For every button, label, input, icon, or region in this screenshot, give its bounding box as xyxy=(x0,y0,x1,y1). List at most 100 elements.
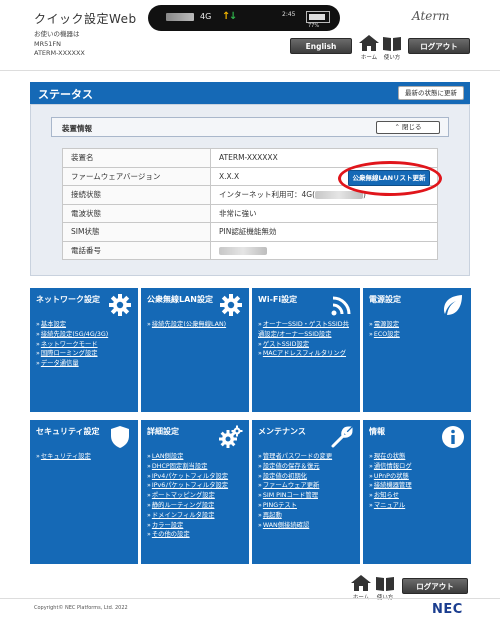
link-static-routing[interactable]: 静的ルーティング設定 xyxy=(147,501,228,511)
aterm-logo: Aterm xyxy=(412,9,450,23)
row-key: 装置名 xyxy=(62,148,211,168)
close-button[interactable]: ⌃ 閉じる xyxy=(376,121,440,134)
link-port-mapping[interactable]: ポートマッピング設定 xyxy=(147,491,228,501)
device-label: お使いの機器は xyxy=(34,30,80,38)
chevron-up-icon: ⌃ xyxy=(394,123,402,131)
tile-title: 詳細設定 xyxy=(147,427,179,436)
close-label: 閉じる xyxy=(402,123,422,131)
link-domain-filter[interactable]: ドメインフィルタ設定 xyxy=(147,511,228,521)
home-label: ホーム xyxy=(350,593,372,601)
panel-title: 装置情報 xyxy=(62,124,92,133)
link-basic-settings[interactable]: 基本設定 xyxy=(36,320,108,330)
link-reboot[interactable]: 再起動 xyxy=(258,511,332,521)
tile-title: 情報 xyxy=(369,427,385,436)
link-public-wlan-connection[interactable]: 接続先設定(公衆無線LAN) xyxy=(147,320,226,330)
home-button[interactable]: ホーム xyxy=(358,34,380,64)
tile-title: セキュリティ設定 xyxy=(36,427,100,436)
link-apn-settings[interactable]: 接続先設定(5G/4G/3G) xyxy=(36,330,108,340)
row-value: 非常に強い xyxy=(210,203,438,223)
howto-label: 使い方 xyxy=(374,593,396,601)
table-row: 電話番号 xyxy=(62,240,438,260)
home-button-bottom[interactable]: ホーム xyxy=(350,574,372,604)
tile-title: ネットワーク設定 xyxy=(36,295,100,304)
home-label: ホーム xyxy=(360,55,378,61)
link-network-mode[interactable]: ネットワークモード xyxy=(36,340,108,350)
howto-button-bottom[interactable]: 使い方 xyxy=(374,574,396,604)
connection-value: インターネット利用可：4G( xyxy=(219,190,316,200)
download-arrow-icon: ↓ xyxy=(229,11,238,22)
link-dhcp-static[interactable]: DHCP固定割当設定 xyxy=(147,462,228,472)
wrench-icon xyxy=(331,426,353,448)
link-firmware-update[interactable]: ファームウェア更新 xyxy=(258,481,332,491)
table-row: SIM状態 PIN認証機能無効 xyxy=(62,222,438,242)
link-color-settings[interactable]: カラー設定 xyxy=(147,521,228,531)
logout-button[interactable]: ログアウト xyxy=(408,38,470,54)
link-eco-settings[interactable]: ECO設定 xyxy=(369,330,400,340)
link-backup-restore[interactable]: 設定値の保存＆復元 xyxy=(258,462,332,472)
link-mac-filter[interactable]: MACアドレスフィルタリング xyxy=(258,349,354,359)
redacted-value xyxy=(315,191,364,200)
status-banner: ステータス 最新の状態に更新 xyxy=(30,82,470,104)
table-row: 電波状態 非常に強い xyxy=(62,203,438,223)
link-upnp-status[interactable]: UPnPの状態 xyxy=(369,472,412,482)
link-list: 接続先設定(公衆無線LAN) xyxy=(147,320,226,330)
link-list: 現在の状態 通信情報ログ UPnPの状態 接続機器管理 お知らせ マニュアル xyxy=(369,452,412,511)
footer-divider xyxy=(0,598,500,599)
battery-icon xyxy=(306,11,330,23)
book-icon xyxy=(383,37,401,51)
row-key: ファームウェアバージョン xyxy=(62,166,211,186)
link-list: 基本設定 接続先設定(5G/4G/3G) ネットワークモード 国際ローミング設定… xyxy=(36,320,108,369)
row-key: 接続状態 xyxy=(62,185,211,205)
clock: 2:45 xyxy=(282,11,296,18)
howto-button[interactable]: 使い方 xyxy=(381,34,403,64)
link-lan-settings[interactable]: LAN側設定 xyxy=(147,452,228,462)
link-data-usage[interactable]: データ通信量 xyxy=(36,359,108,369)
row-value xyxy=(210,240,438,260)
link-manual[interactable]: マニュアル xyxy=(369,501,412,511)
leaf-icon xyxy=(444,295,462,315)
tile-network-settings: ネットワーク設定 基本設定 接続先設定(5G/4G/3G) ネットワークモード … xyxy=(30,288,138,412)
link-sim-pin[interactable]: SIM PINコード管理 xyxy=(258,491,332,501)
device-status-bar: 4G ↑ ↓ 2:45 77% xyxy=(148,5,340,31)
wifi-icon xyxy=(331,296,351,316)
link-list: 管理者パスワードの変更 設定値の保存＆復元 設定値の初期化 ファームウェア更新 … xyxy=(258,452,332,530)
link-device-management[interactable]: 接続機器管理 xyxy=(369,481,412,491)
header-divider xyxy=(0,70,500,71)
highlight-circle xyxy=(338,161,442,196)
app-title: クイック設定Web xyxy=(34,12,137,26)
link-ipv4-filter[interactable]: IPv4パケットフィルタ設定 xyxy=(147,472,228,482)
link-owner-ssid[interactable]: オーナーSSID・ゲストSSID共通設定/オーナーSSID設定 xyxy=(258,320,354,340)
tile-title: Wi-Fi設定 xyxy=(258,295,298,304)
link-admin-password[interactable]: 管理者パスワードの変更 xyxy=(258,452,332,462)
copyright: Copyright© NEC Platforms, Ltd. 2022 xyxy=(34,605,128,611)
link-ipv6-filter[interactable]: IPv6パケットフィルタ設定 xyxy=(147,481,228,491)
row-key: 電波状態 xyxy=(62,203,211,223)
link-security-settings[interactable]: セキュリティ設定 xyxy=(36,452,91,462)
refresh-button[interactable]: 最新の状態に更新 xyxy=(398,86,464,100)
link-notices[interactable]: お知らせ xyxy=(369,491,412,501)
link-comm-log[interactable]: 通信情報ログ xyxy=(369,462,412,472)
link-factory-reset[interactable]: 設定値の初期化 xyxy=(258,472,332,482)
link-other-settings[interactable]: その他の設定 xyxy=(147,530,228,540)
tile-title: 電源設定 xyxy=(369,295,401,304)
link-list: オーナーSSID・ゲストSSID共通設定/オーナーSSID設定 ゲストSSID設… xyxy=(258,320,354,359)
gear-icon xyxy=(220,294,242,316)
link-roaming[interactable]: 国際ローミング設定 xyxy=(36,349,108,359)
redacted-phone xyxy=(219,246,267,255)
link-power-settings[interactable]: 電源設定 xyxy=(369,320,400,330)
link-list: LAN側設定 DHCP固定割当設定 IPv4パケットフィルタ設定 IPv6パケッ… xyxy=(147,452,228,540)
link-wan-check[interactable]: WAN側接続確認 xyxy=(258,521,332,531)
book-icon xyxy=(376,577,394,591)
header: クイック設定Web お使いの機器は MR51FN ATERM-XXXXXX 4G… xyxy=(0,0,500,70)
gears-icon xyxy=(219,425,243,448)
link-list: セキュリティ設定 xyxy=(36,452,91,462)
info-icon xyxy=(442,426,464,448)
tile-wifi-settings: Wi-Fi設定 オーナーSSID・ゲストSSID共通設定/オーナーSSID設定 … xyxy=(252,288,360,412)
link-current-status[interactable]: 現在の状態 xyxy=(369,452,412,462)
status-title: ステータス xyxy=(38,88,93,101)
tile-maintenance: メンテナンス 管理者パスワードの変更 設定値の保存＆復元 設定値の初期化 ファー… xyxy=(252,420,360,564)
english-button[interactable]: English xyxy=(290,38,352,54)
link-guest-ssid[interactable]: ゲストSSID設定 xyxy=(258,340,354,350)
link-ping-test[interactable]: PINGテスト xyxy=(258,501,332,511)
logout-button-bottom[interactable]: ログアウト xyxy=(402,578,468,594)
